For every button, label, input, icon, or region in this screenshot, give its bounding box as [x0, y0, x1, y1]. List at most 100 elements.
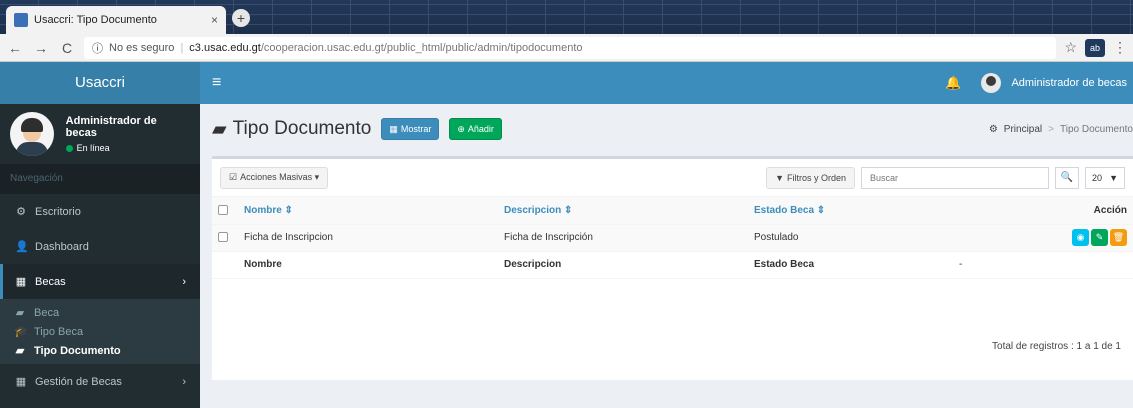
table-icon: ▦: [389, 123, 398, 134]
filters-label: Filtros y Orden: [786, 172, 846, 183]
delete-icon[interactable]: 🗑: [1110, 229, 1127, 246]
cell-descripcion: Ficha de Inscripción: [498, 224, 748, 252]
show-button[interactable]: ▦ Mostrar: [381, 118, 440, 140]
tab-close-icon[interactable]: ×: [211, 13, 218, 27]
table-header-row: Nombre ⇕ Descripcion ⇕ Estado Beca ⇕ Acc…: [212, 197, 1133, 225]
submenu-item-label: Tipo Beca: [34, 325, 84, 338]
column-header-accion: Acción: [953, 197, 1133, 225]
url-field[interactable]: ⓘ No es seguro | c3.usac.edu.gt/cooperac…: [84, 36, 1057, 59]
column-header-descripcion[interactable]: Descripcion ⇕: [498, 197, 748, 225]
bookmark-star-icon[interactable]: ☆: [1064, 39, 1077, 56]
online-status-icon: [65, 144, 73, 152]
back-button[interactable]: ←: [6, 39, 24, 57]
tab-title: Usaccri: Tipo Documento: [34, 14, 157, 26]
column-header-nombre[interactable]: Nombre ⇕: [238, 197, 498, 225]
header-avatar[interactable]: [981, 73, 1002, 93]
sidebar-item-escritorio[interactable]: ⚙ Escritorio: [0, 194, 200, 229]
sidebar-avatar: [10, 112, 54, 156]
submenu-item-label: Tipo Documento: [34, 344, 121, 357]
url-separator: |: [180, 41, 184, 54]
browser-tab[interactable]: Usaccri: Tipo Documento ×: [6, 6, 226, 34]
table-icon: ▦: [15, 376, 27, 388]
content-header: ▰ Tipo Documento ▦ Mostrar ⊕ Añadir ⚙ Pr…: [200, 104, 1133, 154]
nav-header: Navegación: [0, 164, 200, 194]
submenu-item-label: Beca: [34, 306, 60, 319]
app-logo[interactable]: Usaccri: [0, 62, 200, 104]
breadcrumb-separator: >: [1048, 123, 1054, 135]
sidebar: Administrador de becas En línea Navegaci…: [0, 104, 200, 408]
sidebar-item-label: Escritorio: [35, 205, 81, 218]
security-label: No es seguro: [109, 41, 175, 54]
sidebar-item-dashboard[interactable]: 👤 Dashboard: [0, 229, 200, 264]
submenu-item-tipo-beca[interactable]: 🎓 Tipo Beca: [0, 322, 200, 341]
browser-menu-icon[interactable]: ⋮: [1113, 39, 1127, 56]
page-title: ▰ Tipo Documento: [212, 118, 371, 141]
view-icon[interactable]: ◉: [1072, 229, 1089, 246]
new-tab-button[interactable]: +: [232, 9, 250, 27]
online-status-label: En línea: [76, 143, 110, 153]
footer-descripcion: Descripcion: [498, 251, 748, 279]
becas-submenu: ▰ Beca 🎓 Tipo Beca ▰ Tipo Documento: [0, 299, 200, 364]
column-header-estado[interactable]: Estado Beca ⇕: [748, 197, 953, 225]
sidebar-item-becas[interactable]: ▦ Becas ›: [0, 264, 200, 299]
chevron-down-icon: ▼: [1109, 172, 1118, 183]
breadcrumb-home-link[interactable]: Principal: [1004, 124, 1042, 135]
data-box: ☑ Acciones Masivas ▾ ▼ Filtros y Orden 🔍…: [212, 156, 1133, 380]
user-icon: 👤: [15, 241, 29, 253]
chevron-right-icon: ›: [182, 275, 186, 288]
forward-button[interactable]: →: [32, 39, 50, 57]
submenu-item-tipo-documento[interactable]: ▰ Tipo Documento: [0, 341, 200, 360]
box-toolbar: ☑ Acciones Masivas ▾ ▼ Filtros y Orden 🔍…: [212, 159, 1133, 197]
filters-button[interactable]: ▼ Filtros y Orden: [766, 166, 855, 189]
info-icon[interactable]: ⓘ: [92, 40, 103, 56]
page-size-select[interactable]: 20 ▼: [1085, 166, 1125, 189]
bulk-actions-button[interactable]: ☑ Acciones Masivas ▾: [220, 166, 329, 189]
header-user-area: 🔔 Administrador de becas: [945, 73, 1133, 93]
table-icon: ▦: [15, 276, 27, 288]
user-panel: Administrador de becas En línea: [0, 104, 200, 164]
footer-estado: Estado Beca: [748, 251, 953, 279]
content-area: ▰ Tipo Documento ▦ Mostrar ⊕ Añadir ⚙ Pr…: [200, 104, 1133, 408]
url-path: /cooperacion.usac.edu.gt/public_html/pub…: [260, 41, 583, 54]
extension-icon[interactable]: ab: [1085, 38, 1105, 57]
page-size-value: 20: [1092, 172, 1103, 183]
breadcrumb: ⚙ Principal > Tipo Documento: [989, 124, 1133, 135]
header-user-name[interactable]: Administrador de becas: [1011, 77, 1127, 89]
app-header: Usaccri ≡ 🔔 Administrador de becas: [0, 62, 1133, 104]
submenu-item-beca[interactable]: ▰ Beca: [0, 303, 200, 322]
plus-circle-icon: ⊕: [457, 123, 465, 134]
sidebar-item-label: Gestión de Becas: [35, 375, 122, 388]
browser-tabbar: Usaccri: Tipo Documento × +: [0, 0, 1133, 34]
notification-bell-icon[interactable]: 🔔: [945, 75, 961, 91]
show-button-label: Mostrar: [400, 124, 432, 134]
data-table: Nombre ⇕ Descripcion ⇕ Estado Beca ⇕ Acc…: [212, 197, 1133, 279]
page-title-text: Tipo Documento: [232, 118, 372, 139]
cell-nombre: Ficha de Inscripcion: [238, 224, 498, 252]
breadcrumb-current: Tipo Documento: [1060, 123, 1133, 135]
search-input[interactable]: [861, 166, 1049, 189]
url-host: c3.usac.edu.gt: [189, 41, 261, 54]
sidebar-item-label: Dashboard: [35, 240, 89, 253]
add-button-label: Añadir: [467, 124, 494, 134]
filter-icon: ▼: [775, 172, 784, 183]
table-footer-row: Nombre Descripcion Estado Beca -: [212, 251, 1133, 279]
row-checkbox[interactable]: [218, 232, 228, 243]
graduation-cap-icon: 🎓: [14, 326, 28, 338]
book-icon: ▰: [15, 307, 25, 319]
sidebar-item-gestion-becas[interactable]: ▦ Gestión de Becas ›: [0, 364, 200, 399]
sidebar-user-name: Administrador de becas: [65, 115, 157, 139]
dashboard-icon: ⚙: [16, 206, 26, 218]
edit-icon[interactable]: ✎: [1091, 229, 1108, 246]
reload-button[interactable]: C: [58, 39, 76, 57]
select-all-checkbox[interactable]: [218, 205, 228, 216]
search-icon[interactable]: 🔍: [1055, 166, 1079, 189]
sidebar-toggle-icon[interactable]: ≡: [212, 74, 221, 92]
footer-nombre: Nombre: [238, 251, 498, 279]
bulk-actions-label: Acciones Masivas ▾: [240, 172, 320, 182]
book-icon: ▰: [212, 118, 227, 140]
favicon-icon: [14, 13, 28, 27]
chevron-right-icon: ›: [182, 375, 186, 388]
add-button[interactable]: ⊕ Añadir: [449, 118, 502, 140]
dashboard-icon: ⚙: [988, 123, 998, 135]
footer-accion: -: [953, 251, 1133, 279]
